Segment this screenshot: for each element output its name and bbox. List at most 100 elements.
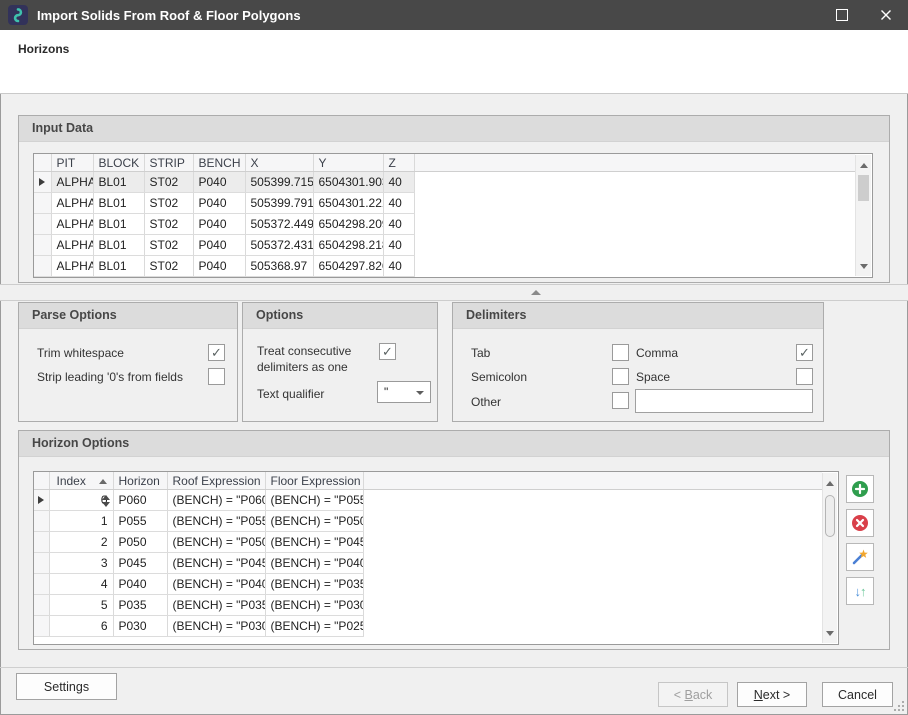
scrollbar-thumb[interactable]	[825, 495, 835, 537]
consecutive-delimiters-checkbox[interactable]	[379, 343, 396, 360]
column-header[interactable]: X	[245, 154, 313, 172]
grid-cell[interactable]: P055	[113, 511, 167, 532]
grid-cell[interactable]: 505399.715	[245, 172, 313, 193]
grid-cell[interactable]: (BENCH) = "P060"	[167, 490, 265, 511]
grid-cell[interactable]: 40	[383, 256, 414, 277]
scroll-up-icon[interactable]	[823, 475, 837, 491]
horizon-row[interactable]: 2P050(BENCH) = "P050"(BENCH) = "P045"	[34, 532, 363, 553]
row-indicator-cell[interactable]	[34, 193, 51, 214]
grid-cell[interactable]: P040	[193, 214, 245, 235]
grid-cell[interactable]: P040	[193, 193, 245, 214]
text-qualifier-combo[interactable]: "	[377, 381, 431, 403]
grid-cell[interactable]: BL01	[93, 256, 144, 277]
splitter-bar[interactable]	[0, 284, 908, 301]
grid-cell[interactable]: 40	[383, 214, 414, 235]
horizon-grid-scrollbar[interactable]	[822, 473, 837, 643]
resize-grip[interactable]	[894, 701, 904, 711]
horizon-row[interactable]: 5P035(BENCH) = "P035"(BENCH) = "P030"	[34, 595, 363, 616]
grid-cell[interactable]: P040	[113, 574, 167, 595]
grid-cell[interactable]: (BENCH) = "P050"	[265, 511, 363, 532]
input-grid-scrollbar[interactable]	[855, 155, 871, 276]
horizon-row[interactable]: 4P040(BENCH) = "P040"(BENCH) = "P035"	[34, 574, 363, 595]
row-indicator-cell[interactable]	[34, 256, 51, 277]
grid-cell[interactable]: P060	[113, 490, 167, 511]
grid-cell[interactable]: 40	[383, 235, 414, 256]
scroll-up-icon[interactable]	[856, 157, 871, 173]
grid-cell[interactable]: ALPHA	[51, 214, 93, 235]
row-indicator-cell[interactable]	[34, 490, 49, 511]
grid-cell[interactable]: 505368.97	[245, 256, 313, 277]
column-header[interactable]: Horizon	[113, 472, 167, 490]
grid-cell[interactable]: (BENCH) = "P035"	[265, 574, 363, 595]
grid-cell[interactable]: 6504301.903	[313, 172, 383, 193]
scroll-down-icon[interactable]	[856, 258, 871, 274]
grid-cell[interactable]: (BENCH) = "P025"	[265, 616, 363, 637]
auto-generate-button[interactable]	[846, 543, 874, 571]
grid-cell[interactable]: 6504301.221	[313, 193, 383, 214]
grid-cell[interactable]: 3	[49, 553, 113, 574]
column-header[interactable]: Z	[383, 154, 414, 172]
row-indicator-cell[interactable]	[34, 574, 49, 595]
grid-cell[interactable]: (BENCH) = "P040"	[265, 553, 363, 574]
next-button[interactable]: Next >	[737, 682, 807, 707]
grid-cell[interactable]: ST02	[144, 172, 193, 193]
maximize-button[interactable]	[820, 0, 864, 30]
scroll-down-icon[interactable]	[823, 625, 837, 641]
column-header[interactable]: BENCH	[193, 154, 245, 172]
grid-cell[interactable]: ST02	[144, 214, 193, 235]
tab-checkbox[interactable]	[612, 344, 629, 361]
grid-cell[interactable]: P030	[113, 616, 167, 637]
row-indicator-cell[interactable]	[34, 616, 49, 637]
move-rows-button[interactable]: ↓↑	[846, 577, 874, 605]
grid-cell[interactable]: P040	[193, 172, 245, 193]
grid-cell[interactable]: 0	[49, 490, 113, 511]
grid-cell[interactable]: (BENCH) = "P055"	[265, 490, 363, 511]
grid-cell[interactable]: BL01	[93, 193, 144, 214]
horizon-row[interactable]: 6P030(BENCH) = "P030"(BENCH) = "P025"	[34, 616, 363, 637]
grid-cell[interactable]: P040	[193, 256, 245, 277]
row-indicator-cell[interactable]	[34, 511, 49, 532]
semicolon-checkbox[interactable]	[612, 368, 629, 385]
grid-cell[interactable]: 2	[49, 532, 113, 553]
add-horizon-button[interactable]	[846, 475, 874, 503]
chevron-down-icon[interactable]	[416, 391, 424, 395]
grid-cell[interactable]: 6	[49, 616, 113, 637]
input-data-row[interactable]: ALPHABL01ST02P040505372.4316504298.21840	[34, 235, 414, 256]
cancel-button[interactable]: Cancel	[822, 682, 893, 707]
grid-cell[interactable]: (BENCH) = "P045"	[265, 532, 363, 553]
space-checkbox[interactable]	[796, 368, 813, 385]
grid-cell[interactable]: (BENCH) = "P030"	[265, 595, 363, 616]
row-indicator-cell[interactable]	[34, 595, 49, 616]
row-indicator-cell[interactable]	[34, 172, 51, 193]
grid-cell[interactable]: 5	[49, 595, 113, 616]
grid-cell[interactable]: P040	[193, 235, 245, 256]
column-header[interactable]: STRIP	[144, 154, 193, 172]
row-indicator-cell[interactable]	[34, 532, 49, 553]
grid-cell[interactable]: BL01	[93, 235, 144, 256]
horizon-row[interactable]: 0P060(BENCH) = "P060"(BENCH) = "P055"	[34, 490, 363, 511]
row-indicator-cell[interactable]	[34, 235, 51, 256]
other-checkbox[interactable]	[612, 392, 629, 409]
input-data-row[interactable]: ALPHABL01ST02P040505399.7916504301.22140	[34, 193, 414, 214]
grid-cell[interactable]: (BENCH) = "P035"	[167, 595, 265, 616]
grid-cell[interactable]: (BENCH) = "P050"	[167, 532, 265, 553]
scrollbar-thumb[interactable]	[858, 175, 869, 201]
input-data-row[interactable]: ALPHABL01ST02P040505372.4496504298.20940	[34, 214, 414, 235]
back-button[interactable]: < Back	[658, 682, 728, 707]
grid-cell[interactable]: 40	[383, 172, 414, 193]
grid-cell[interactable]: P035	[113, 595, 167, 616]
input-data-grid[interactable]: PIT BLOCK STRIP BENCH X Y Z ALPHABL01ST0…	[33, 153, 873, 278]
column-header[interactable]: Roof Expression	[167, 472, 265, 490]
grid-cell[interactable]: 6504298.209	[313, 214, 383, 235]
grid-cell[interactable]: (BENCH) = "P040"	[167, 574, 265, 595]
other-delimiter-input[interactable]	[635, 389, 813, 413]
trim-whitespace-checkbox[interactable]	[208, 344, 225, 361]
grid-cell[interactable]: (BENCH) = "P030"	[167, 616, 265, 637]
row-indicator-cell[interactable]	[34, 214, 51, 235]
column-header[interactable]: Floor Expression	[265, 472, 363, 490]
horizon-row[interactable]: 1P055(BENCH) = "P055"(BENCH) = "P050"	[34, 511, 363, 532]
grid-cell[interactable]: ST02	[144, 235, 193, 256]
grid-cell[interactable]: 6504298.218	[313, 235, 383, 256]
grid-cell[interactable]: BL01	[93, 172, 144, 193]
grid-cell[interactable]: 40	[383, 193, 414, 214]
